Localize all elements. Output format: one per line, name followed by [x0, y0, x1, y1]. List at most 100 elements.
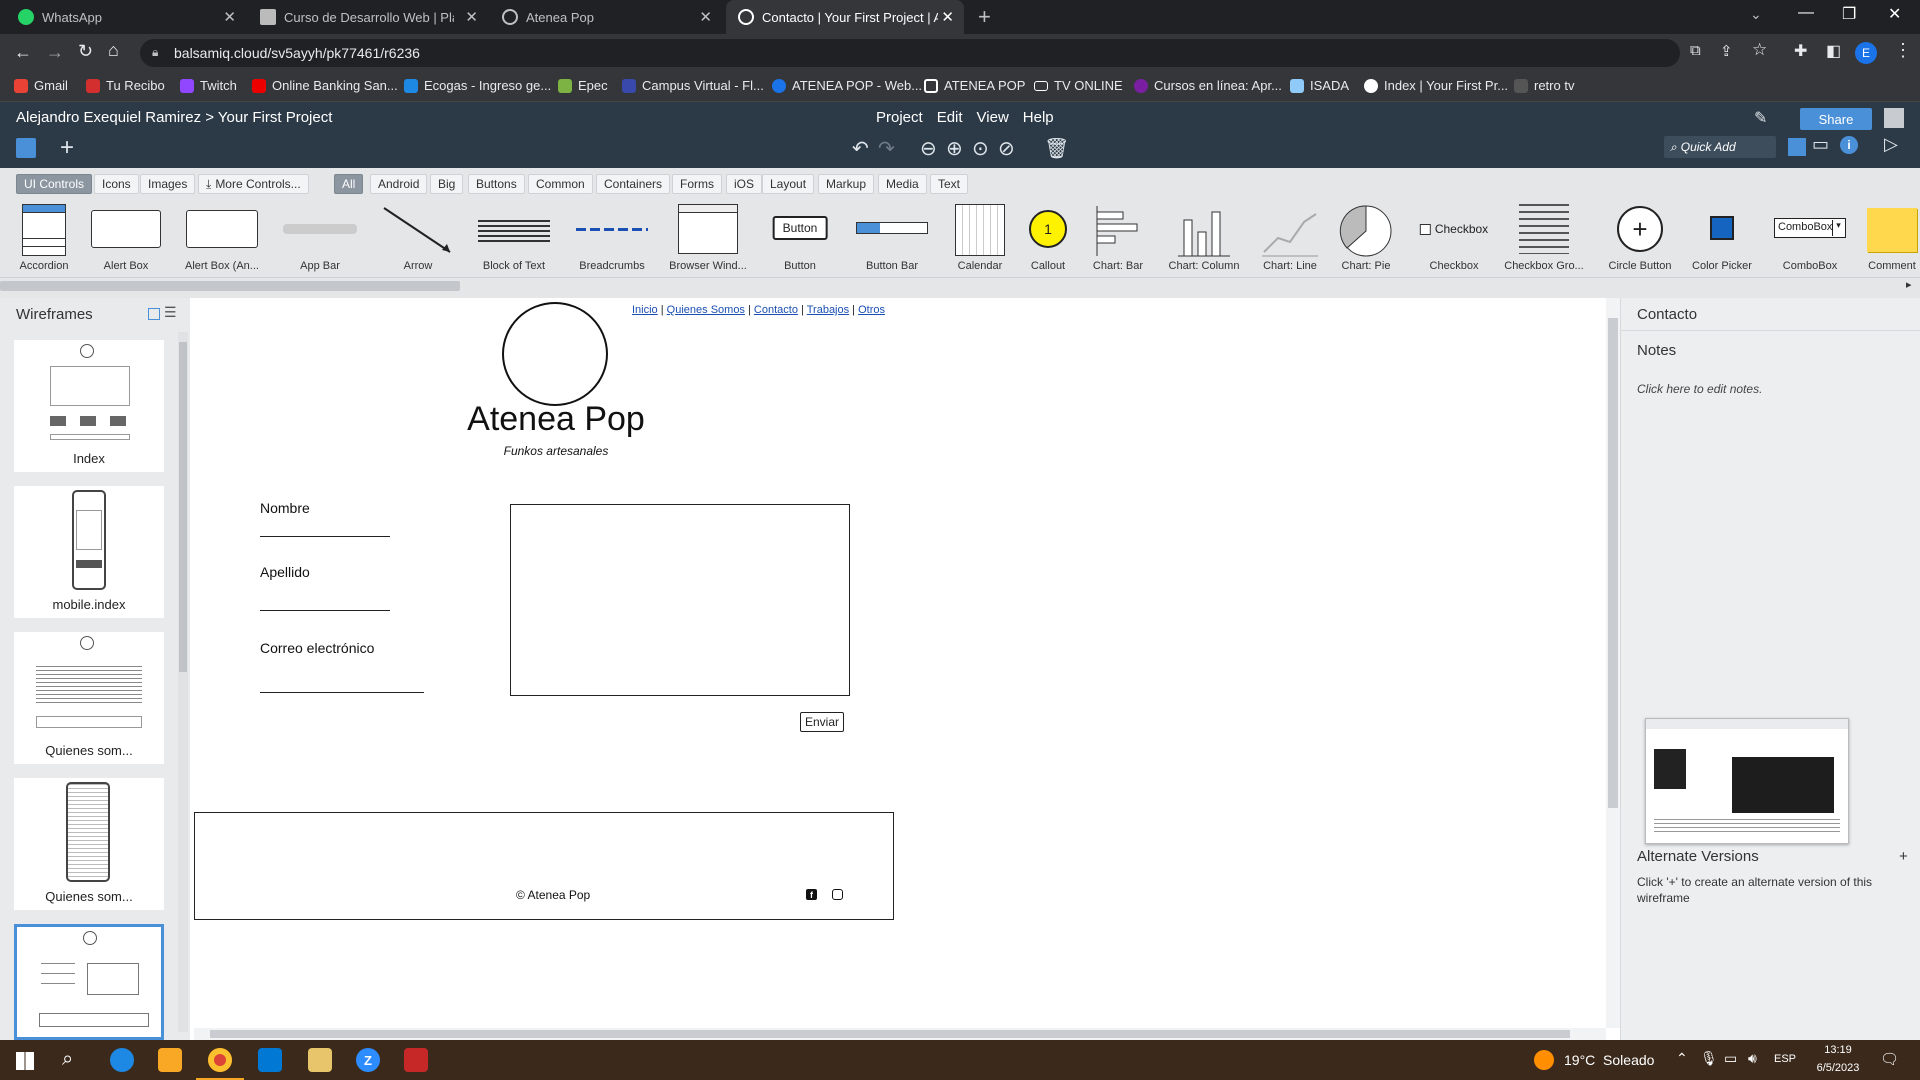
bookmark-item[interactable]: ISADA	[1290, 78, 1349, 93]
tab-media[interactable]: Media	[878, 174, 927, 194]
wireframe-thumb-index[interactable]: Index	[14, 340, 164, 472]
user-avatar[interactable]	[1884, 108, 1904, 128]
share-page-icon[interactable]: ⇪	[1720, 42, 1733, 60]
quick-add-input[interactable]: ⌕ Quick Add	[1664, 136, 1776, 158]
network-icon[interactable]: ▭	[1724, 1050, 1737, 1067]
label-correo[interactable]: Correo electrónico	[260, 640, 374, 656]
wireframe-thumb-mobile-index[interactable]: mobile.index	[14, 486, 164, 618]
tab-all[interactable]: All	[334, 174, 364, 194]
bookmark-item[interactable]: ATENEA POP	[924, 78, 1025, 93]
reload-icon[interactable]: ↻	[78, 41, 93, 62]
scroll-right-icon[interactable]: ▸	[1906, 278, 1912, 291]
control-checkbox[interactable]: Checkbox Checkbox	[1414, 198, 1494, 278]
bookmark-item[interactable]: Index | Your First Pr...	[1364, 78, 1508, 93]
tab-big[interactable]: Big	[430, 174, 464, 194]
add-wireframe-icon[interactable]: +	[60, 134, 74, 162]
label-apellido[interactable]: Apellido	[260, 564, 310, 580]
submit-button[interactable]: Enviar	[800, 712, 844, 732]
clock-time[interactable]: 13:19	[1808, 1044, 1868, 1056]
screenshot-icon[interactable]: ⧉	[1690, 42, 1701, 59]
wireframe-thumb-quienes-somos-mobile[interactable]: Quienes som...	[14, 778, 164, 910]
thumbnail-view-icon[interactable]	[148, 308, 160, 320]
chevron-down-icon[interactable]: ⌄	[1750, 6, 1762, 23]
panel-scrollbar-thumb[interactable]	[179, 342, 187, 672]
zoom-app-icon[interactable]: Z	[356, 1048, 380, 1072]
star-icon[interactable]: ☆	[1752, 40, 1767, 60]
wireframe-thumb-contacto[interactable]	[14, 924, 164, 1040]
brand-tagline[interactable]: Funkos artesanales	[464, 444, 648, 458]
bookmark-item[interactable]: TV ONLINE	[1034, 78, 1123, 93]
windows-start-icon[interactable]	[16, 1052, 34, 1070]
close-icon[interactable]: ✕	[223, 8, 236, 26]
control-alert-box[interactable]: Alert Box	[86, 198, 166, 278]
winrar-icon[interactable]	[404, 1048, 428, 1072]
close-icon[interactable]: ✕	[465, 8, 478, 26]
profile-avatar[interactable]: E	[1855, 42, 1877, 64]
bookmark-item[interactable]: Epec	[558, 78, 608, 93]
notifications-icon[interactable]: 🗨︎	[1880, 1050, 1899, 1068]
tab-android[interactable]: Android	[370, 174, 428, 194]
weather-sun-icon[interactable]	[1534, 1050, 1554, 1070]
canvas-vscrollbar-thumb[interactable]	[1608, 318, 1618, 808]
tab-markup[interactable]: Markup	[818, 174, 875, 194]
edge-icon[interactable]	[110, 1048, 134, 1072]
tab-contacto[interactable]: Contacto | Your First Project | Ale ✕	[726, 0, 964, 34]
menu-view[interactable]: View	[977, 109, 1009, 126]
control-browser-window[interactable]: Browser Wind...	[668, 198, 748, 278]
share-button[interactable]: Share	[1800, 108, 1872, 130]
present-icon[interactable]: ▷	[1884, 134, 1898, 155]
facebook-icon[interactable]: f	[806, 889, 817, 900]
library-scrollbar-thumb[interactable]	[0, 281, 460, 291]
nav-link-contacto[interactable]: Contacto	[754, 304, 798, 316]
control-combobox[interactable]: ComboBox ▾ ComboBox	[1770, 198, 1850, 278]
tab-atenea[interactable]: Atenea Pop ✕	[490, 0, 722, 34]
nav-link-otros[interactable]: Otros	[858, 304, 885, 316]
nav-link-quienes-somos[interactable]: Quienes Somos	[667, 304, 745, 316]
control-chart-pie[interactable]: Chart: Pie	[1326, 198, 1406, 278]
control-circle-button[interactable]: + Circle Button	[1600, 198, 1680, 278]
canvas-hscrollbar-thumb[interactable]	[210, 1030, 1570, 1038]
label-nombre[interactable]: Nombre	[260, 500, 310, 516]
menu-project[interactable]: Project	[876, 109, 923, 126]
chevron-up-icon[interactable]: ⌃	[1676, 1050, 1688, 1067]
extensions-icon[interactable]: ✚	[1794, 41, 1807, 61]
control-chart-bar[interactable]: Chart: Bar	[1078, 198, 1158, 278]
brand-title[interactable]: Atenea Pop	[464, 400, 648, 439]
screen-share-preview[interactable]	[1645, 718, 1849, 844]
tab-forms[interactable]: Forms	[672, 174, 722, 194]
control-chart-column[interactable]: Chart: Column	[1164, 198, 1244, 278]
input-nombre[interactable]	[260, 536, 390, 537]
project-breadcrumb[interactable]: Alejandro Exequiel Ramirez > Your First …	[16, 109, 332, 126]
control-comment[interactable]: Comment	[1852, 198, 1920, 278]
language-indicator[interactable]: ESP	[1774, 1053, 1796, 1065]
tab-common[interactable]: Common	[528, 174, 593, 194]
input-apellido[interactable]	[260, 610, 390, 611]
bookmark-item[interactable]: Twitch	[180, 78, 237, 93]
control-app-bar[interactable]: App Bar	[280, 198, 360, 278]
wireframes-panel-icon[interactable]	[16, 138, 36, 158]
bookmark-item[interactable]: retro tv	[1514, 78, 1574, 93]
vscode-icon[interactable]	[258, 1048, 282, 1072]
control-arrow[interactable]: Arrow	[378, 198, 458, 278]
sidebar-icon[interactable]: ◧	[1826, 41, 1841, 61]
wireframe-canvas[interactable]: Inicio | Quienes Somos | Contacto | Trab…	[194, 298, 1606, 1028]
wireframe-title[interactable]: Contacto	[1637, 306, 1697, 323]
chrome-icon[interactable]	[208, 1048, 232, 1072]
zoom-in-icon[interactable]: ⊕	[946, 136, 963, 161]
back-icon[interactable]: ←	[14, 42, 32, 63]
bookmark-item[interactable]: Cursos en línea: Apr...	[1134, 78, 1282, 93]
tab-more-controls[interactable]: ⤓ More Controls...	[198, 174, 309, 194]
tab-layout[interactable]: Layout	[762, 174, 815, 194]
add-version-icon[interactable]: +	[1899, 848, 1908, 865]
zoom-out-icon[interactable]: ⊖	[920, 136, 937, 161]
restore-icon[interactable]: ❐	[1842, 4, 1856, 24]
nav-link-trabajos[interactable]: Trabajos	[807, 304, 849, 316]
redo-icon[interactable]: ↷	[878, 136, 895, 161]
undo-icon[interactable]: ↶	[852, 136, 869, 161]
bookmark-item[interactable]: Gmail	[14, 78, 68, 93]
tab-ui-controls[interactable]: UI Controls	[16, 174, 93, 194]
tab-icons[interactable]: Icons	[94, 174, 139, 194]
url-field[interactable]: 🔒︎ balsamiq.cloud/sv5ayyh/pk77461/r6236	[140, 39, 1680, 67]
search-icon[interactable]: ⌕	[62, 1048, 73, 1071]
tab-containers[interactable]: Containers	[596, 174, 671, 194]
